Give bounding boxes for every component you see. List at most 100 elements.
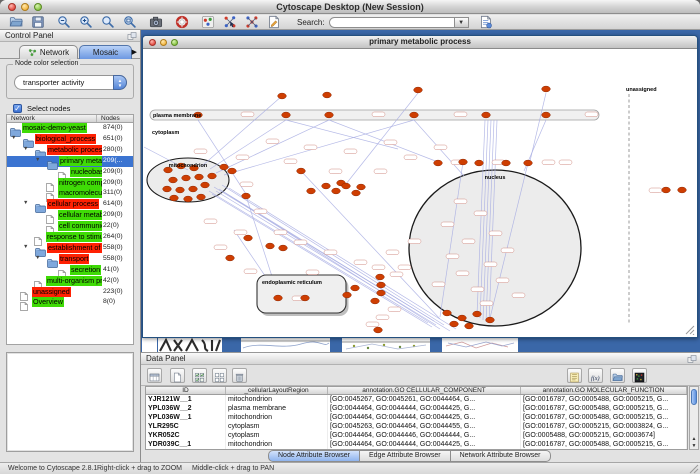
expander-icon[interactable]: ▼ — [23, 146, 28, 152]
network-node[interactable] — [169, 177, 178, 183]
network-node[interactable] — [325, 112, 334, 118]
zoom-view-icon[interactable] — [171, 39, 178, 46]
background-window-fragment[interactable] — [342, 338, 430, 352]
background-window-fragment[interactable] — [241, 338, 330, 352]
network-node[interactable] — [184, 196, 193, 202]
network-node[interactable] — [242, 193, 251, 199]
report-icon[interactable] — [479, 15, 493, 29]
zoom-selected-icon[interactable] — [101, 15, 115, 29]
network-node[interactable] — [473, 311, 482, 317]
network-node[interactable] — [374, 327, 383, 333]
network-node[interactable] — [220, 164, 229, 170]
tree-row[interactable]: nitrogen compo209(0) — [7, 178, 133, 189]
snapshot-camera-icon[interactable] — [149, 15, 163, 29]
network-node[interactable] — [208, 173, 217, 179]
tree-row[interactable]: unassigned223(0) — [7, 287, 133, 298]
tab-scroll-right-icon[interactable]: ▶ — [132, 48, 137, 56]
scroll-up-icon[interactable]: ▲ — [690, 436, 698, 442]
zoom-out-icon[interactable] — [57, 15, 71, 29]
unselect-all-attributes-icon[interactable] — [212, 368, 227, 383]
network-overview-panel[interactable] — [6, 352, 134, 452]
layout-nodes-icon[interactable] — [223, 15, 237, 29]
network-node[interactable] — [274, 295, 283, 301]
network-node[interactable] — [662, 187, 671, 193]
attribute-list-icon[interactable] — [567, 368, 582, 383]
tree-row[interactable]: ▼transport558(0) — [7, 254, 133, 265]
tab-mosaic[interactable]: Mosaic — [79, 45, 132, 59]
network-node[interactable] — [459, 159, 468, 165]
expander-icon[interactable]: ▼ — [35, 157, 40, 163]
attribute-table-header[interactable]: ID_cellularLayoutRegionannotation.GO CEL… — [145, 386, 688, 395]
table-row[interactable]: YJR121W__1mitochondrion[GO:0045267, GO:0… — [146, 395, 687, 404]
network-node[interactable] — [342, 183, 351, 189]
network-node[interactable] — [482, 112, 491, 118]
scrollbar-thumb[interactable] — [691, 389, 697, 405]
expander-icon[interactable]: ▼ — [23, 200, 28, 206]
tree-row[interactable]: cellular metabo209(0) — [7, 210, 133, 221]
network-node[interactable] — [297, 168, 306, 174]
network-node[interactable] — [226, 255, 235, 261]
network-node[interactable] — [266, 243, 275, 249]
network-node[interactable] — [377, 282, 386, 288]
zoom-fit-icon[interactable] — [123, 15, 137, 29]
network-node[interactable] — [410, 112, 419, 118]
network-node[interactable] — [414, 87, 423, 93]
search-dropdown-icon[interactable]: ▼ — [455, 17, 469, 28]
network-node[interactable] — [189, 186, 198, 192]
float-panel-icon[interactable] — [687, 354, 697, 364]
network-node[interactable] — [332, 188, 341, 194]
expander-icon[interactable]: ▼ — [11, 135, 16, 141]
network-node[interactable] — [201, 182, 210, 188]
network-node[interactable] — [323, 92, 332, 98]
node-color-attribute-select[interactable]: transporter activity ▲▼ — [14, 75, 127, 90]
tree-row[interactable]: ▼biological_process651(0) — [7, 134, 133, 145]
minimize-view-icon[interactable] — [160, 39, 167, 46]
network-canvas[interactable]: plasma membranecytoplasmmitochondrionnuc… — [144, 49, 696, 337]
table-row[interactable]: YPL036W__1mitochondrion[GO:0044464, GO:0… — [146, 413, 687, 422]
network-node[interactable] — [377, 290, 386, 296]
network-node[interactable] — [486, 317, 495, 323]
network-node[interactable] — [458, 315, 467, 321]
network-node[interactable] — [450, 321, 459, 327]
tree-row[interactable]: ▼metabolic process280(0) — [7, 145, 133, 156]
vizmapper-icon[interactable] — [201, 15, 215, 29]
help-lifesaver-icon[interactable] — [175, 15, 189, 29]
table-column-header[interactable]: ID — [146, 387, 226, 394]
network-node[interactable] — [443, 310, 452, 316]
table-row[interactable]: YLR295Ccytoplasm[GO:0045263, GO:0044464,… — [146, 422, 687, 431]
import-attributes-icon[interactable] — [610, 368, 625, 383]
attribute-matrix-icon[interactable] — [632, 368, 647, 383]
network-node[interactable] — [322, 183, 331, 189]
float-panel-icon[interactable] — [127, 31, 137, 41]
expander-icon[interactable]: ▼ — [35, 255, 40, 261]
table-row[interactable]: YPL036W__2plasma membrane[GO:0044464, GO… — [146, 404, 687, 413]
save-icon[interactable] — [31, 15, 45, 29]
network-view-window[interactable]: primary metabolic process plasma membran… — [142, 35, 698, 338]
network-node[interactable] — [376, 274, 385, 280]
table-column-header[interactable]: annotation.GO MOLECULAR_FUNCTION — [521, 387, 687, 394]
tab-node-attribute-browser[interactable]: Node Attribute Browser — [268, 450, 360, 462]
tab-network[interactable]: Network — [19, 45, 78, 59]
network-node[interactable] — [542, 112, 551, 118]
window-resize-grip-icon[interactable] — [689, 464, 699, 474]
table-row[interactable]: YDR039C__1mitochondrion[GO:0044464, GO:0… — [146, 440, 687, 449]
network-node[interactable] — [170, 195, 179, 201]
network-node[interactable] — [678, 187, 687, 193]
network-node[interactable] — [524, 160, 533, 166]
tab-edge-attribute-browser[interactable]: Edge Attribute Browser — [360, 450, 451, 462]
tab-network-attribute-browser[interactable]: Network Attribute Browser — [451, 450, 551, 462]
background-window-fragment[interactable] — [442, 338, 518, 352]
table-scrollbar[interactable]: ▲ ▼ — [689, 386, 699, 450]
network-node[interactable] — [307, 188, 316, 194]
network-node[interactable] — [278, 93, 287, 99]
network-node[interactable] — [228, 168, 237, 174]
annotation-icon[interactable] — [267, 15, 281, 29]
network-node[interactable] — [282, 112, 291, 118]
tree-row[interactable]: ▼establishment of lo558(0) — [7, 243, 133, 254]
network-node[interactable] — [371, 298, 380, 304]
new-attribute-icon[interactable] — [170, 368, 185, 383]
table-column-header[interactable]: annotation.GO CELLULAR_COMPONENT — [328, 387, 521, 394]
tree-row[interactable]: Overview8(0) — [7, 297, 133, 308]
network-node[interactable] — [301, 295, 310, 301]
tree-row[interactable]: nucleobase-209(0) — [7, 167, 133, 178]
